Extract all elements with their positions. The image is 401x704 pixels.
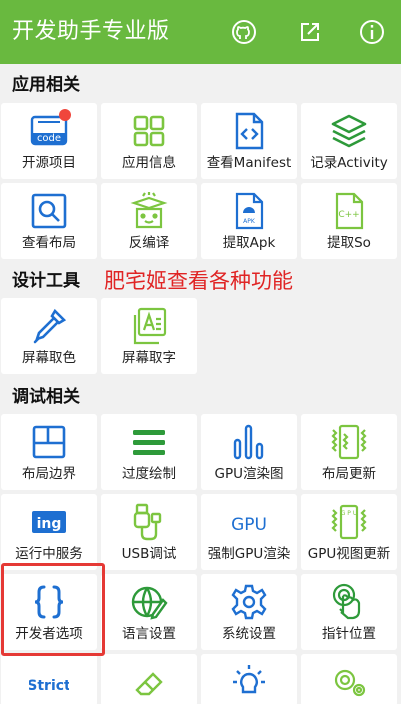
gears-icon [329,662,369,702]
tile-label: USB调试 [121,546,177,562]
tile-bulb[interactable] [201,654,297,704]
design-grid: 屏幕取色 屏幕取字 [0,298,401,374]
debug-grid: 布局边界 过度绘制 GPU渲染图 布局更新 ing 运行中服务 USB调试 GP… [0,414,401,704]
tile-label: 系统设置 [222,626,276,642]
cpp-file-icon: C++ [329,191,369,231]
info-button[interactable] [358,18,386,46]
tile-label: 查看Manifest [206,155,292,171]
tile-system-settings[interactable]: 系统设置 [201,574,297,650]
tile-app-info[interactable]: 应用信息 [101,103,197,179]
layout-bounds-icon [29,422,69,462]
tile-decompile[interactable]: 反编译 [101,183,197,259]
tile-gpu-view-update[interactable]: G P U GPU视图更新 [301,494,397,570]
tile-extract-apk[interactable]: APK 提取Apk [201,183,297,259]
tile-label: 提取Apk [222,235,276,251]
tile-label: 运行中服务 [15,546,83,562]
inspect-layout-icon [29,191,69,231]
tile-label: 开源项目 [22,155,76,171]
gpu-text-icon: GPU [229,502,269,542]
tile-record-activity[interactable]: 记录Activity [301,103,397,179]
tile-label: 提取So [327,235,371,251]
bulb-icon [229,662,269,702]
tile-view-layout[interactable]: 查看布局 [1,183,97,259]
layout-update-icon [329,422,369,462]
app-title: 开发助手专业版 [12,19,170,44]
globe-icon [129,582,169,622]
eraser-icon [129,662,169,702]
svg-text:code: code [37,133,61,144]
tile-language[interactable]: 语言设置 [101,574,197,650]
tile-layout-bounds[interactable]: 布局边界 [1,414,97,490]
tile-label: 查看布局 [22,235,76,251]
tile-gpu-render-graph[interactable]: GPU渲染图 [201,414,297,490]
file-code-icon [229,111,269,151]
tile-label: GPU渲染图 [214,466,284,482]
tile-label: 反编译 [128,235,170,251]
usb-icon [129,502,169,542]
tile-label: 布局更新 [322,466,376,482]
share-button[interactable] [296,18,324,46]
svg-text:C++: C++ [338,210,359,220]
tile-extract-so[interactable]: C++ 提取So [301,183,397,259]
share-icon [301,23,319,41]
tile-pointer-location[interactable]: 指针位置 [301,574,397,650]
app-grid: code 开源项目 应用信息 查看Manifest 记录Activity 查看布… [0,103,401,259]
tile-layout-update[interactable]: 布局更新 [301,414,397,490]
tile-label: 指针位置 [322,626,376,642]
tile-open-source[interactable]: code 开源项目 [1,103,97,179]
overdraw-icon [129,422,169,462]
eyedropper-icon [29,306,69,346]
tile-label: 应用信息 [122,155,176,171]
grid-icon [129,111,169,151]
tile-label: GPU视图更新 [307,546,391,562]
tile-eraser[interactable] [101,654,197,704]
pointer-icon [329,582,369,622]
tile-label: 语言设置 [122,626,176,642]
tile-label: 过度绘制 [122,466,176,482]
tile-running-services[interactable]: ing 运行中服务 [1,494,97,570]
svg-text:G P U: G P U [341,510,357,517]
strict-icon: Strict [27,662,71,702]
tile-label: 屏幕取字 [122,350,176,366]
apk-file-icon: APK [229,191,269,231]
tile-force-gpu[interactable]: GPU 强制GPU渲染 [201,494,297,570]
tile-gears[interactable] [301,654,397,704]
text-capture-icon [129,306,169,346]
section-title-design: 设计工具 [12,271,80,291]
gpu-bars-icon [229,422,269,462]
tile-overdraw[interactable]: 过度绘制 [101,414,197,490]
box-icon [129,191,169,231]
notification-dot [59,109,71,121]
tile-label: 记录Activity [310,155,388,171]
tile-label: 强制GPU渲染 [207,546,291,562]
app-bar: 开发助手专业版 [0,0,401,64]
tile-strict-mode[interactable]: Strict [1,654,97,704]
section-title-app: 应用相关 [12,75,80,95]
svg-text:GPU: GPU [231,515,267,535]
tile-view-manifest[interactable]: 查看Manifest [201,103,297,179]
tile-color-picker[interactable]: 屏幕取色 [1,298,97,374]
github-icon [232,20,256,44]
github-button[interactable] [230,18,258,46]
tile-usb-debug[interactable]: USB调试 [101,494,197,570]
gear-icon [229,582,269,622]
tile-text-capture[interactable]: 屏幕取字 [101,298,197,374]
layers-icon [329,111,369,151]
section-title-debug: 调试相关 [12,387,80,407]
tile-label: 布局边界 [22,466,76,482]
svg-text:Strict: Strict [29,678,69,694]
tile-label: 屏幕取色 [22,350,76,366]
gpu-view-icon: G P U [329,502,369,542]
promo-text: 肥宅姬查看各种功能 [104,269,293,293]
selection-highlight [1,563,105,656]
info-icon [360,20,384,44]
services-icon: ing [29,502,69,542]
svg-text:ing: ing [37,516,62,532]
svg-text:APK: APK [243,218,256,225]
